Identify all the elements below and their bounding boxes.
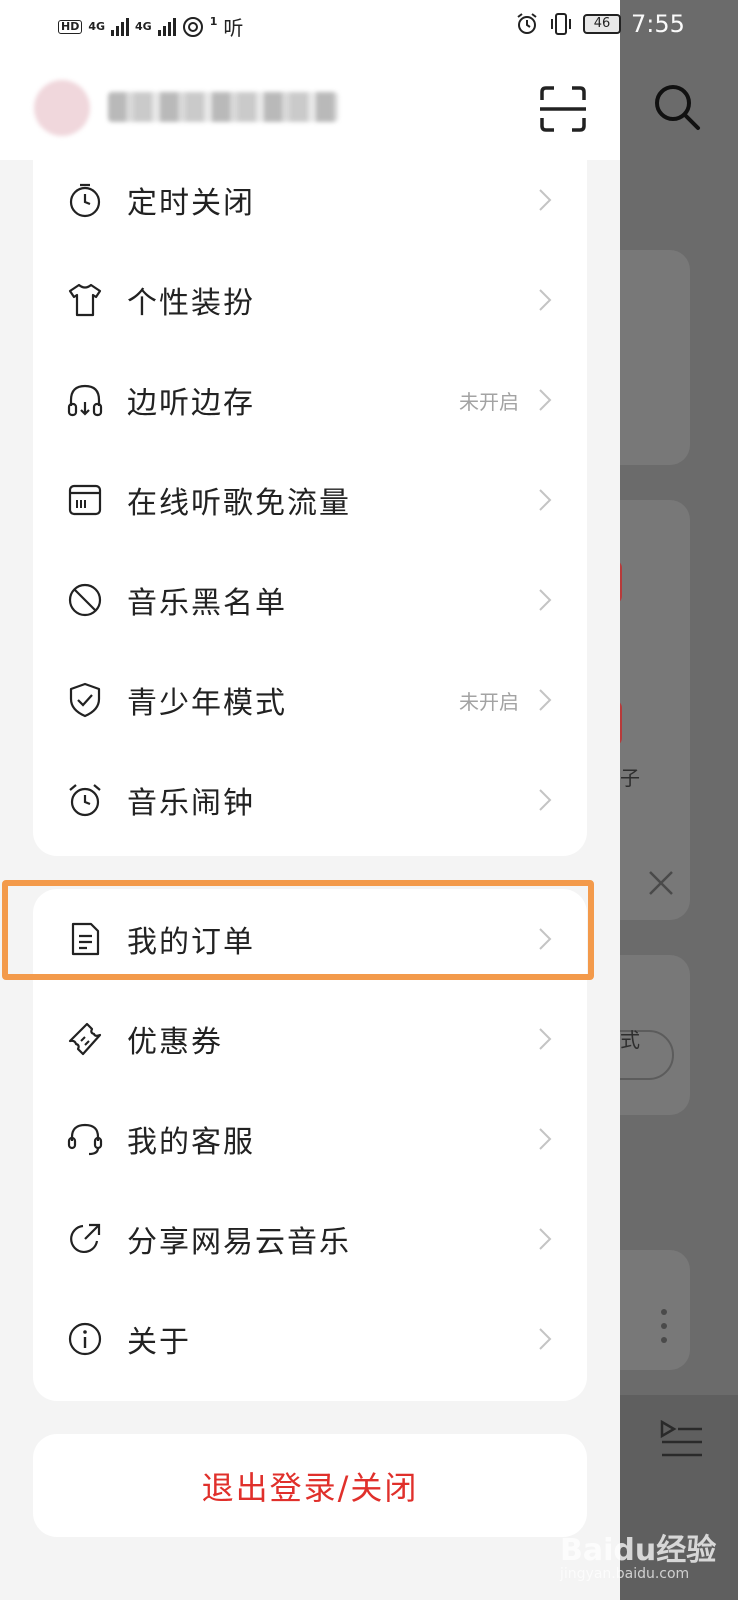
- menu-item-share-app[interactable]: 分享网易云音乐: [33, 1189, 587, 1289]
- menu-item-coupons[interactable]: 优惠券: [33, 989, 587, 1089]
- menu-item-label: 在线听歌免流量: [127, 486, 351, 521]
- side-drawer: 定时关闭 个性装扮 边听边存 未开启 在线听歌免流量 音乐黑名单 青少年模式 未…: [0, 0, 620, 1600]
- share-icon: [70, 1223, 101, 1254]
- chevron-right-icon: [539, 489, 552, 511]
- scan-icon[interactable]: [538, 84, 588, 134]
- menu-item-free-data[interactable]: 在线听歌免流量: [33, 450, 587, 550]
- menu-item-label: 音乐黑名单: [127, 586, 287, 621]
- shield-check-icon: [69, 682, 101, 718]
- block-icon: [68, 583, 102, 617]
- menu-item-label: 个性装扮: [127, 286, 255, 321]
- chevron-right-icon: [539, 189, 552, 211]
- chevron-right-icon: [539, 289, 552, 311]
- headphones-download-icon: [67, 384, 103, 417]
- network-label: 4G: [135, 20, 152, 33]
- signal-icon: [157, 17, 176, 36]
- alarm-clock-icon: [69, 784, 101, 817]
- menu-item-label: 青少年模式: [127, 686, 287, 721]
- menu-item-customer-service[interactable]: 我的客服: [33, 1089, 587, 1189]
- chevron-right-icon: [539, 1128, 552, 1150]
- menu-item-label: 关于: [127, 1325, 191, 1360]
- settings-card: 定时关闭 个性装扮 边听边存 未开启 在线听歌免流量 音乐黑名单 青少年模式 未…: [33, 150, 587, 856]
- tshirt-icon: [68, 283, 102, 317]
- username-blurred[interactable]: [108, 92, 338, 122]
- menu-item-about[interactable]: 关于: [33, 1289, 587, 1389]
- chevron-right-icon: [539, 1228, 552, 1250]
- app-notification-glyph: 听: [223, 16, 244, 40]
- logout-label: 退出登录/关闭: [201, 1468, 419, 1507]
- hd-badge: HD: [58, 19, 83, 34]
- hotspot-icon: [182, 16, 203, 37]
- more-dots-icon: [661, 1309, 667, 1343]
- status-bar: HD 4G 4G 1 听 46 7:55: [0, 0, 738, 54]
- menu-item-label: 我的客服: [127, 1125, 255, 1160]
- status-text: 未开启: [459, 689, 519, 714]
- timer-icon: [69, 183, 101, 218]
- logout-button[interactable]: 退出登录/关闭: [33, 1434, 587, 1537]
- network-label: 4G: [88, 20, 106, 33]
- coupon-ticket-icon: [68, 1022, 102, 1056]
- watermark-url: jingyan.baidu.com: [560, 1566, 690, 1582]
- menu-item-listen-and-save[interactable]: 边听边存 未开启: [33, 350, 587, 450]
- menu-item-music-alarm[interactable]: 音乐闹钟: [33, 750, 587, 850]
- info-icon: [68, 1322, 102, 1356]
- menu-item-teen-mode[interactable]: 青少年模式 未开启: [33, 650, 587, 750]
- menu-item-label: 分享网易云音乐: [127, 1225, 351, 1260]
- menu-item-label: 边听边存: [127, 386, 255, 421]
- highlight-box: [2, 880, 594, 980]
- search-icon: [655, 85, 700, 130]
- vibrate-icon: [551, 13, 571, 35]
- menu-item-timer-close[interactable]: 定时关闭: [33, 150, 587, 250]
- chevron-right-icon: [539, 789, 552, 811]
- sim-card-icon: [68, 484, 102, 516]
- customer-service-icon: [67, 1123, 103, 1156]
- playlist-icon: [660, 1420, 702, 1457]
- status-right: 46 7:55: [515, 10, 685, 38]
- chevron-right-icon: [539, 1328, 552, 1350]
- alarm-icon: [517, 13, 537, 34]
- chevron-right-icon: [539, 1028, 552, 1050]
- watermark: Baidu经验: [560, 1533, 717, 1568]
- menu-item-personalize[interactable]: 个性装扮: [33, 250, 587, 350]
- signal-icon: [111, 17, 130, 36]
- menu-item-label: 音乐闹钟: [127, 786, 255, 821]
- menu-item-label: 定时关闭: [127, 186, 255, 221]
- status-text: 未开启: [459, 389, 519, 414]
- chevron-right-icon: [539, 689, 552, 711]
- avatar[interactable]: [34, 80, 90, 136]
- close-icon: [649, 871, 673, 895]
- battery-icon: 46: [583, 14, 621, 34]
- chevron-right-icon: [539, 389, 552, 411]
- menu-item-music-blacklist[interactable]: 音乐黑名单: [33, 550, 587, 650]
- status-left: HD 4G 4G 1 听: [58, 12, 243, 41]
- notification-count: 1: [209, 15, 218, 28]
- clock: 7:55: [631, 10, 685, 38]
- chevron-right-icon: [539, 589, 552, 611]
- menu-item-label: 优惠券: [127, 1025, 223, 1060]
